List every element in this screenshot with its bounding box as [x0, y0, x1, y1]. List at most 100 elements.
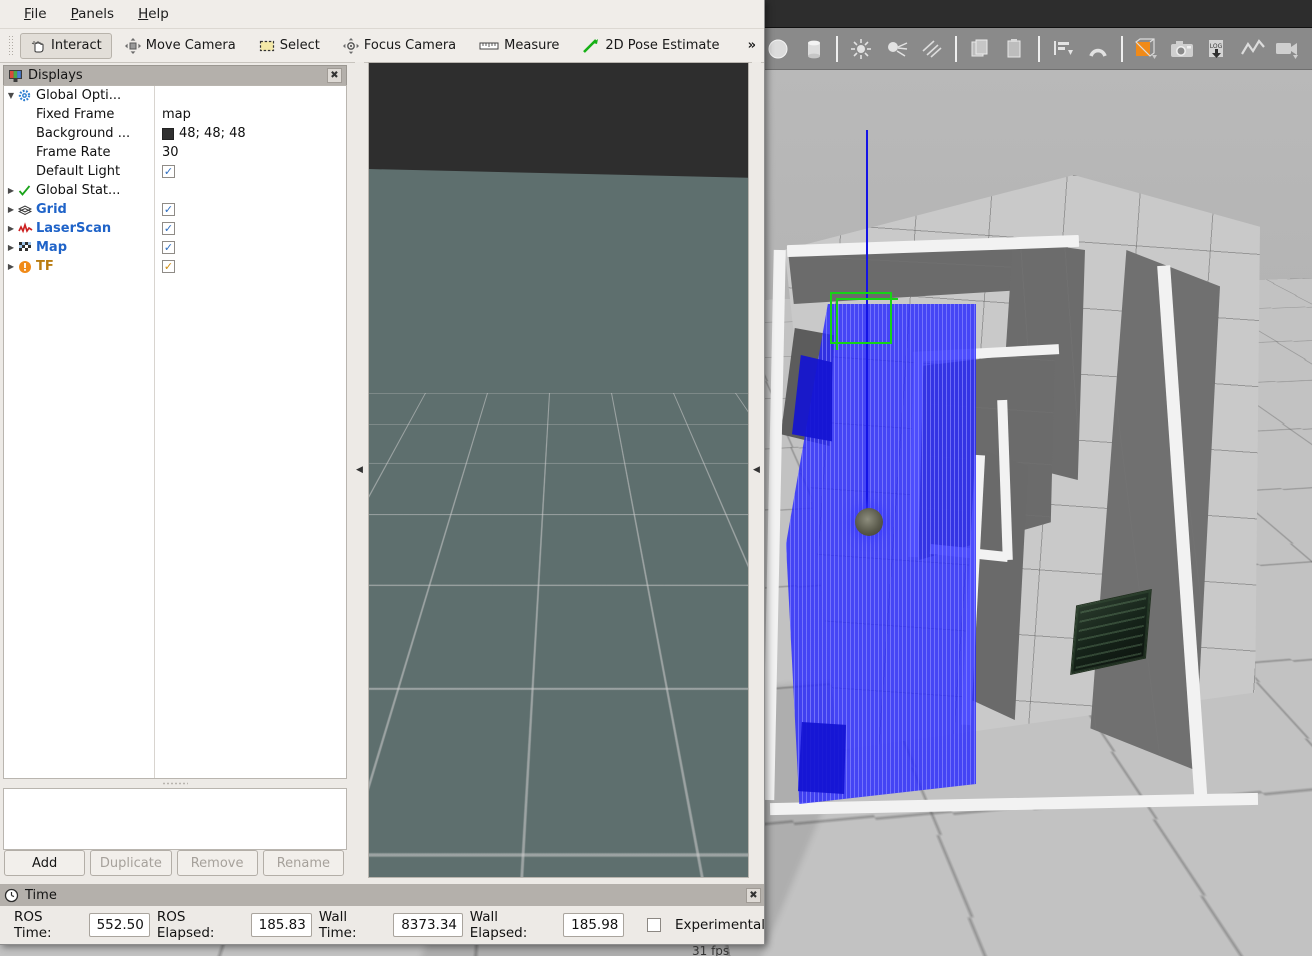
checkbox-laserscan[interactable]: ✓	[162, 222, 175, 235]
displays-icon	[8, 69, 23, 83]
displays-tree[interactable]: ▼ Global Opti... Fixed Frame map Backgro…	[3, 85, 347, 779]
tree-row-map[interactable]: ▶ Map ✓	[4, 238, 346, 257]
green-check-icon	[18, 184, 36, 197]
tree-label: TF	[36, 259, 154, 274]
display-description-box	[3, 788, 347, 850]
tool-move-camera[interactable]: Move Camera	[115, 33, 246, 59]
duplicate-button[interactable]: Duplicate	[90, 850, 171, 876]
close-icon[interactable]: ✖	[746, 888, 761, 903]
tree-row-grid[interactable]: ▶ Grid ✓	[4, 200, 346, 219]
remove-button[interactable]: Remove	[177, 850, 258, 876]
menu-help[interactable]: Help	[126, 3, 181, 25]
rviz-toolbar: Interact Move Camera Select Focus Camera	[0, 29, 764, 63]
wall-elapsed-value[interactable]: 185.98	[563, 913, 624, 937]
copy-icon[interactable]	[963, 32, 997, 66]
tree-row-laserscan[interactable]: ▶ LaserScan ✓	[4, 219, 346, 238]
cylinder-icon[interactable]	[797, 32, 831, 66]
directional-light-icon[interactable]	[915, 32, 949, 66]
color-value-label: 48; 48; 48	[179, 126, 246, 141]
tool-2d-pose-estimate-label: 2D Pose Estimate	[605, 38, 719, 53]
ros-time-value[interactable]: 552.50	[89, 913, 150, 937]
tree-label: Grid	[36, 202, 154, 217]
point-light-icon[interactable]	[844, 32, 878, 66]
tool-measure[interactable]: Measure	[469, 33, 569, 58]
tree-value: ✓	[154, 203, 346, 216]
tree-row-global-status[interactable]: ▶ Global Stat...	[4, 181, 346, 200]
rename-button[interactable]: Rename	[263, 850, 344, 876]
gazebo-laser-obstacle-b	[798, 722, 846, 794]
tool-move-camera-label: Move Camera	[146, 38, 236, 53]
tool-measure-label: Measure	[504, 38, 559, 53]
display-action-buttons: Add Duplicate Remove Rename	[4, 850, 344, 876]
chevron-right-icon[interactable]: ▶	[4, 186, 18, 195]
add-button[interactable]: Add	[4, 850, 85, 876]
toolbar-grip[interactable]	[8, 35, 15, 57]
tree-row-global-options[interactable]: ▼ Global Opti...	[4, 86, 346, 105]
checkbox-map[interactable]: ✓	[162, 241, 175, 254]
time-fields-row: ROS Time: 552.50 ROS Elapsed: 185.83 Wal…	[0, 906, 765, 944]
move-camera-icon	[125, 38, 141, 54]
plot-icon[interactable]	[1236, 32, 1270, 66]
sphere-icon[interactable]	[761, 32, 795, 66]
panel-splitter[interactable]	[3, 779, 347, 788]
tree-value: ✓	[154, 241, 346, 254]
color-swatch[interactable]	[162, 128, 174, 140]
chevron-right-icon[interactable]: ▶	[4, 262, 18, 271]
collapse-right-icon: ◀	[753, 465, 760, 475]
chevron-right-icon[interactable]: ▶	[4, 224, 18, 233]
checkbox-tf[interactable]: ✓	[162, 260, 175, 273]
time-panel-title: Time	[25, 888, 746, 903]
ros-time-label: ROS Time:	[14, 909, 82, 941]
close-icon[interactable]: ✖	[327, 68, 342, 83]
tf-warning-icon	[18, 260, 36, 274]
tree-label: LaserScan	[36, 221, 154, 236]
video-record-icon[interactable]	[1271, 32, 1305, 66]
checkbox-default-light[interactable]: ✓	[162, 165, 175, 178]
gazebo-cabinet-detail	[1076, 595, 1147, 669]
toolbar-divider	[1121, 36, 1123, 62]
tree-column-splitter[interactable]	[154, 86, 155, 778]
tool-interact[interactable]: Interact	[20, 33, 112, 59]
tree-row-frame-rate[interactable]: Frame Rate 30	[4, 143, 346, 162]
screenshot-icon[interactable]	[1165, 32, 1199, 66]
experimental-checkbox[interactable]	[647, 918, 661, 932]
tree-value: ✓	[154, 165, 346, 178]
tool-focus-camera[interactable]: Focus Camera	[333, 33, 466, 59]
gazebo-robot[interactable]	[855, 508, 883, 536]
tree-value[interactable]: 30	[154, 145, 346, 160]
wall-elapsed-label: Wall Elapsed:	[470, 909, 556, 941]
svg-text:LOG: LOG	[1210, 43, 1223, 50]
wall-time-value[interactable]: 8373.34	[393, 913, 463, 937]
checkbox-grid[interactable]: ✓	[162, 203, 175, 216]
tree-row-default-light[interactable]: Default Light ✓	[4, 162, 346, 181]
tool-2d-pose-estimate[interactable]: 2D Pose Estimate	[572, 33, 729, 59]
toolbar-overflow-button[interactable]: »	[748, 38, 756, 53]
log-record-icon[interactable]: LOG	[1200, 32, 1234, 66]
tree-value[interactable]: 48; 48; 48	[154, 126, 346, 141]
spot-light-icon[interactable]	[880, 32, 914, 66]
tree-row-background-color[interactable]: Background ... 48; 48; 48	[4, 124, 346, 143]
ros-elapsed-value[interactable]: 185.83	[251, 913, 312, 937]
gazebo-selection-box-back	[836, 298, 898, 350]
tree-value[interactable]: map	[154, 107, 346, 122]
rviz-3d-viewport[interactable]	[368, 62, 749, 878]
tree-label: Map	[36, 240, 154, 255]
menu-panels[interactable]: Panels	[59, 3, 126, 25]
chevron-right-icon[interactable]: ▶	[4, 243, 18, 252]
right-panel-collapse-handle[interactable]: ◀	[752, 62, 761, 878]
tree-label: Global Opti...	[36, 88, 154, 103]
left-panel-collapse-handle[interactable]: ◀	[355, 62, 364, 878]
pose-arrow-icon	[582, 38, 600, 54]
tool-select[interactable]: Select	[249, 33, 330, 59]
paste-icon[interactable]	[999, 32, 1033, 66]
tree-row-tf[interactable]: ▶ TF ✓	[4, 257, 346, 276]
view-angle-icon[interactable]	[1129, 32, 1163, 66]
align-icon[interactable]	[1046, 32, 1080, 66]
gear-icon	[18, 89, 36, 102]
selection-rectangle-icon	[259, 38, 275, 54]
menu-file[interactable]: File	[12, 3, 59, 25]
snap-icon[interactable]	[1082, 32, 1116, 66]
tree-row-fixed-frame[interactable]: Fixed Frame map	[4, 105, 346, 124]
chevron-down-icon[interactable]: ▼	[4, 91, 18, 100]
chevron-right-icon[interactable]: ▶	[4, 205, 18, 214]
